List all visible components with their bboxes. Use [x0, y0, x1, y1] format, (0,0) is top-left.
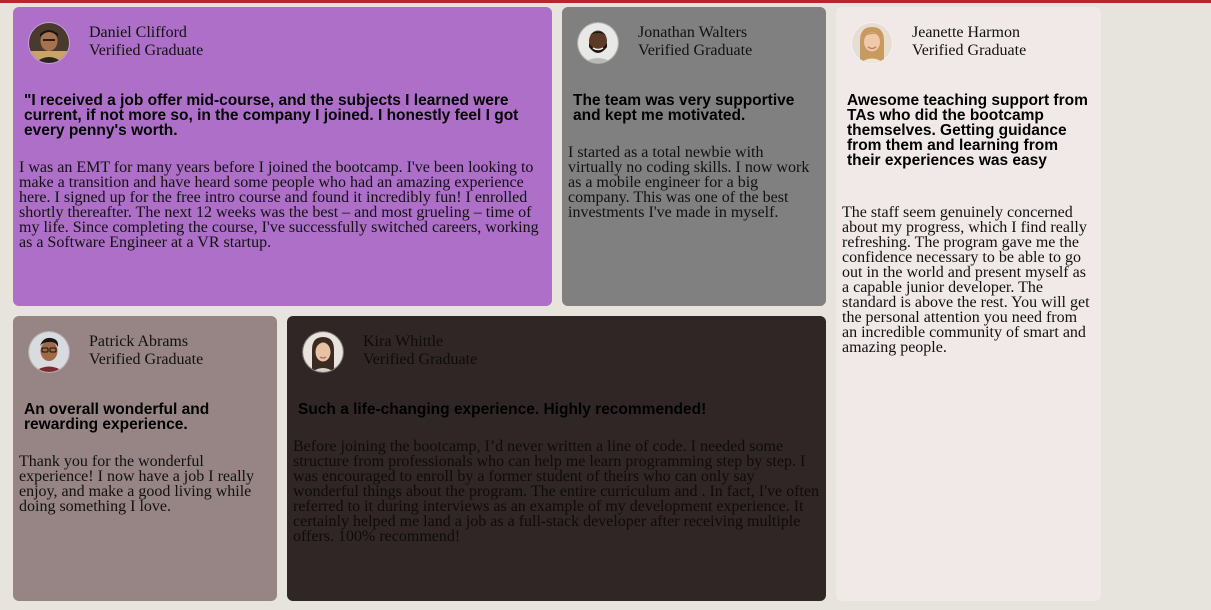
testimonial-headline: The team was very supportive and kept me… — [573, 92, 795, 124]
testimonial-headline: "I received a job offer mid-course, and … — [24, 92, 519, 139]
person-info: Jeanette Harmon Verified Graduate — [912, 24, 1026, 60]
avatar — [852, 23, 892, 63]
testimonial-body: Thank you for the wonderful experience! … — [19, 453, 254, 515]
testimonial-headline: Such a life-changing experience. Highly … — [298, 401, 707, 418]
avatar — [29, 332, 69, 372]
person-name: Daniel Clifford — [89, 24, 187, 41]
testimonial-body: Before joining the bootcamp, I’d never w… — [293, 438, 819, 545]
person-role: Verified Graduate — [912, 42, 1027, 59]
avatar — [578, 23, 618, 63]
testimonial-headline: An overall wonderful and rewarding exper… — [24, 401, 210, 433]
testimonial-card-patrick: Patrick Abrams Verified Graduate An over… — [13, 316, 277, 601]
testimonial-body: I was an EMT for many years before I joi… — [19, 159, 539, 251]
person-info: Patrick Abrams Verified Graduate — [89, 333, 203, 369]
top-accent-bar — [0, 0, 1211, 3]
testimonial-body: The staff seem genuinely concerned about… — [842, 204, 1090, 356]
person-info: Kira Whittle Verified Graduate — [363, 333, 477, 369]
testimonial-headline: Awesome teaching support from TAs who di… — [847, 92, 1088, 169]
person-name: Patrick Abrams — [89, 333, 189, 350]
person-name: Jonathan Walters — [638, 24, 748, 41]
testimonial-card-daniel: Daniel Clifford Verified Graduate "I rec… — [13, 7, 552, 306]
person-name: Jeanette Harmon — [912, 24, 1020, 41]
testimonial-body: I started as a total newbie with virtual… — [568, 144, 810, 221]
testimonial-card-jeanette: Jeanette Harmon Verified Graduate Awesom… — [836, 7, 1101, 601]
testimonial-card-kira: Kira Whittle Verified Graduate Such a li… — [287, 316, 826, 601]
person-role: Verified Graduate — [89, 351, 204, 368]
person-role: Verified Graduate — [89, 42, 204, 59]
avatar — [29, 23, 69, 63]
person-role: Verified Graduate — [363, 351, 478, 368]
testimonial-card-jonathan: Jonathan Walters Verified Graduate The t… — [562, 7, 826, 306]
person-info: Jonathan Walters Verified Graduate — [638, 24, 752, 60]
person-info: Daniel Clifford Verified Graduate — [89, 24, 203, 60]
person-name: Kira Whittle — [363, 333, 444, 350]
person-role: Verified Graduate — [638, 42, 753, 59]
avatar — [303, 332, 343, 372]
